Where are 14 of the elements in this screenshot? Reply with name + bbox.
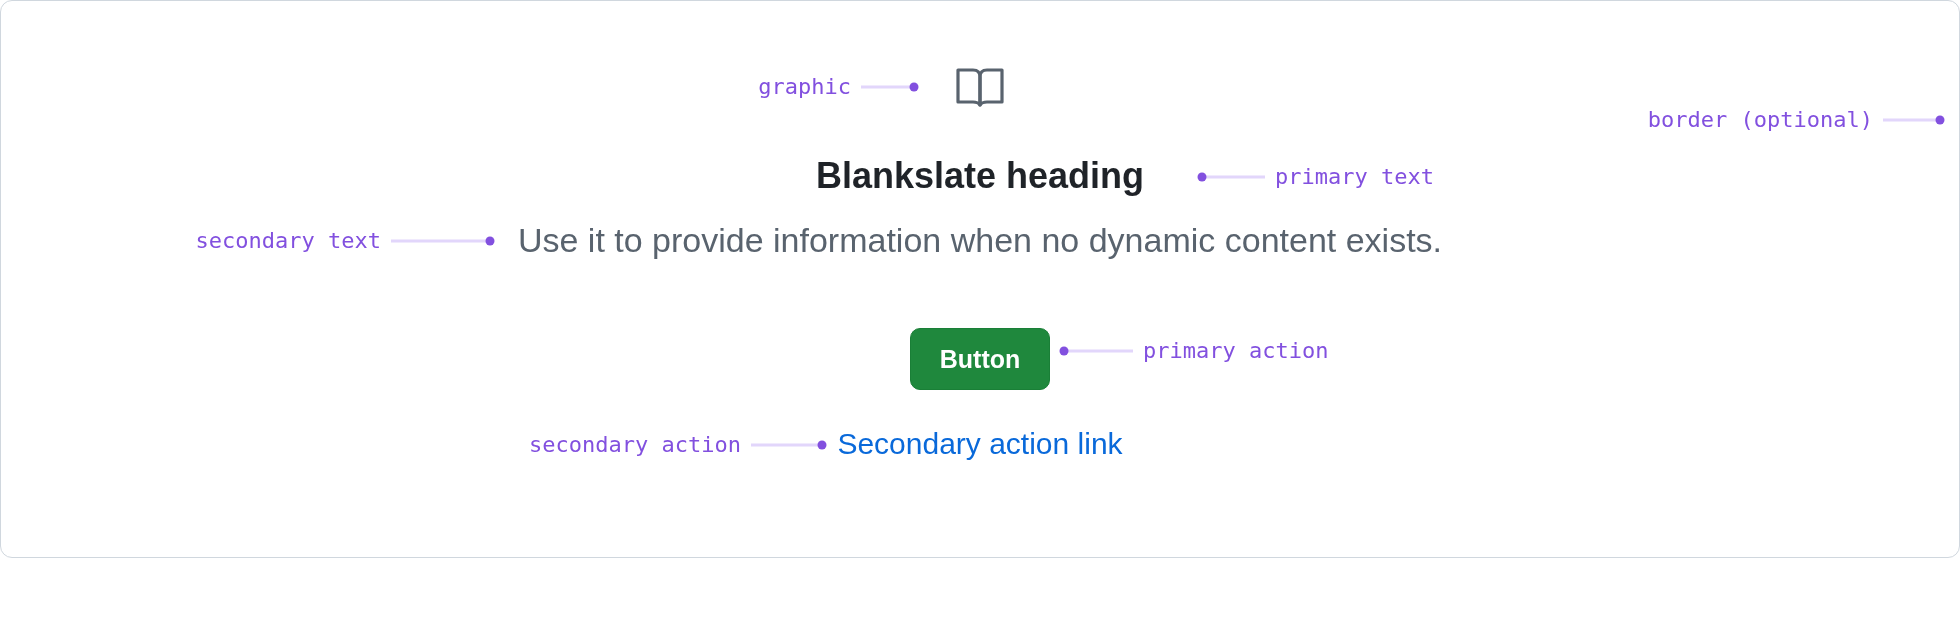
blankslate-heading: Blankslate heading	[815, 156, 1145, 196]
leader-line	[1197, 172, 1265, 182]
secondary-action-link[interactable]: Secondary action link	[837, 426, 1123, 462]
primary-button[interactable]: Button	[910, 328, 1050, 390]
annotation-label: primary text	[1275, 164, 1434, 190]
leader-line	[1883, 115, 1945, 125]
annotation-label: graphic	[758, 74, 851, 100]
book-icon	[956, 68, 1004, 108]
blankslate-description: Use it to provide information when no dynamic content exists.	[517, 220, 1443, 260]
annotation-label: secondary action	[529, 432, 741, 458]
leader-line	[861, 82, 919, 92]
annotation-label: border (optional)	[1647, 107, 1873, 133]
annotation-label: secondary text	[195, 228, 381, 254]
annotation-label: primary action	[1143, 338, 1329, 364]
